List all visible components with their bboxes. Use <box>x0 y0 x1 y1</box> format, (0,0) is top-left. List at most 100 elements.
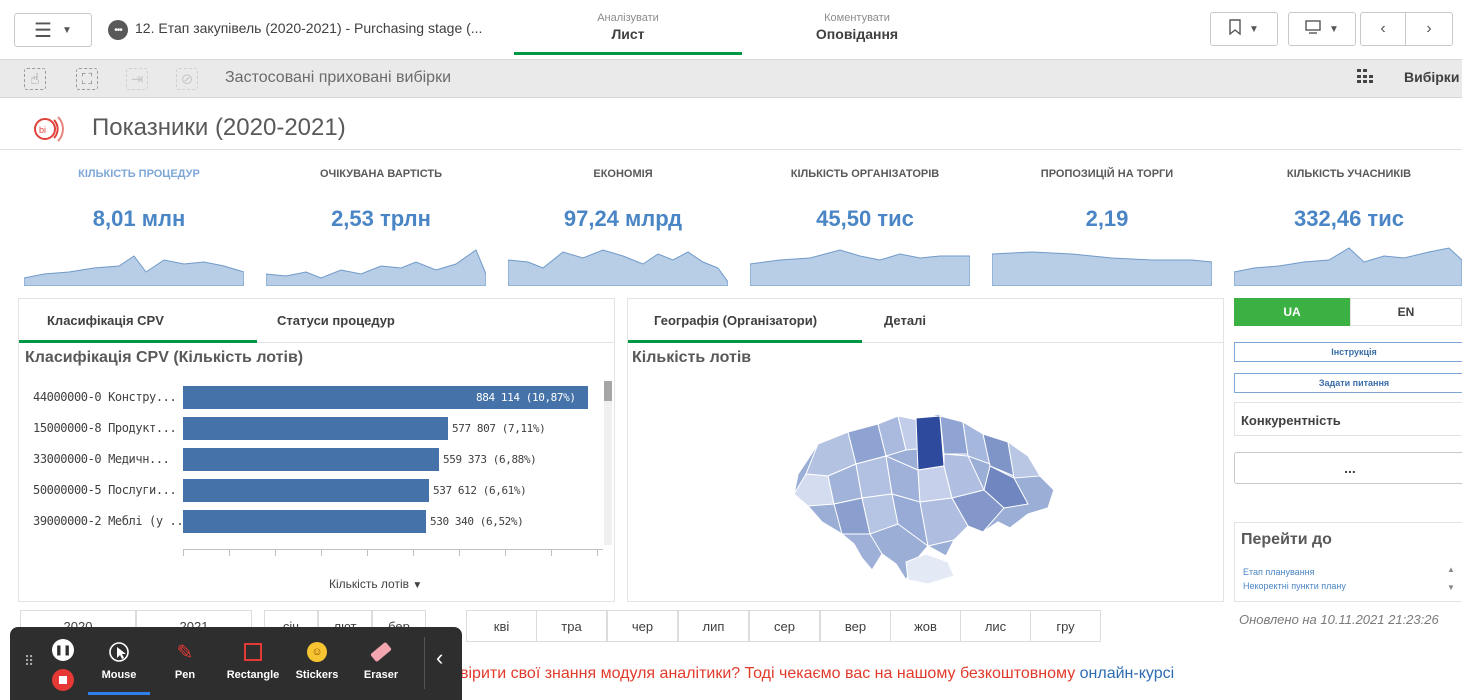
bar-category-label[interactable]: 44000000-0 Констру... <box>33 390 177 404</box>
bar[interactable] <box>183 479 429 502</box>
next-sheet-button[interactable]: › <box>1405 12 1453 46</box>
cursor-icon <box>88 635 150 669</box>
kpi-bids-per-tender[interactable]: Пропозицій на торги 2,19 <box>992 168 1222 292</box>
map-region-kyiv[interactable] <box>915 415 945 471</box>
more-icon: ... <box>1344 460 1356 476</box>
tab-analyze[interactable]: Аналізувати Лист <box>514 12 742 55</box>
mode-main-label: Лист <box>611 26 645 42</box>
drag-handle-icon[interactable]: ⠿ <box>24 653 34 670</box>
kpi-savings[interactable]: Економія 97,24 млрд <box>508 168 738 292</box>
selections-button[interactable]: Вибірки <box>1404 69 1459 85</box>
x-axis-label[interactable]: Кількість лотів ▼ <box>329 577 422 591</box>
x-axis-tick <box>459 549 460 556</box>
collapse-toolbar-icon[interactable]: ‹ <box>436 645 443 671</box>
bar-category-label[interactable]: 50000000-5 Послуги... <box>33 483 177 497</box>
instruction-button[interactable]: Інструкція <box>1234 342 1462 362</box>
bar-data-label: 884 114 (10,87%) <box>476 391 576 404</box>
bar-category-label[interactable]: 15000000-8 Продукт... <box>33 421 177 435</box>
kpi-label: Очікувана вартість <box>319 168 443 180</box>
chart-scrollbar[interactable] <box>604 381 612 545</box>
kpi-expected-value[interactable]: Очікувана вартість 2,53 трлн <box>266 168 496 292</box>
lang-en-button[interactable]: EN <box>1350 298 1462 326</box>
selections-grid-icon[interactable] <box>1356 68 1374 87</box>
mouse-tool-label: Mouse <box>101 669 137 681</box>
hamburger-icon: ☰ <box>34 19 53 42</box>
bar-category-label[interactable]: 39000000-2 Меблі (у ... <box>33 514 190 528</box>
active-tab-indicator <box>19 340 257 343</box>
bar[interactable] <box>183 510 426 533</box>
stickers-tool[interactable]: ☺ Stickers <box>286 635 348 695</box>
month-filter[interactable]: лис <box>960 610 1031 642</box>
kpi-organizers[interactable]: Кількість організаторів 45,50 тис <box>750 168 980 292</box>
chart-scrollbar-thumb[interactable] <box>604 381 612 401</box>
sheet-view-button[interactable]: ▼ <box>1288 12 1356 46</box>
x-axis-tick <box>597 549 598 556</box>
ukraine-map[interactable] <box>778 394 1078 594</box>
bar-data-label: 559 373 (6,88%) <box>443 453 537 466</box>
month-filter[interactable]: гру <box>1030 610 1101 642</box>
kpi-participants[interactable]: Кількість учасників 332,46 тис <box>1234 168 1462 292</box>
scroll-down-icon[interactable]: ▼ <box>1447 583 1455 592</box>
month-filter[interactable]: сер <box>749 610 820 642</box>
month-filter[interactable]: кві <box>466 610 537 642</box>
bar-data-label: 530 340 (6,52%) <box>430 515 524 528</box>
bi-logo-icon: bi <box>30 112 64 146</box>
previous-sheet-button[interactable]: ‹ <box>1360 12 1406 46</box>
kpi-sparkline <box>992 251 1212 286</box>
bar[interactable] <box>183 448 439 471</box>
chevron-down-icon: ▼ <box>62 24 72 36</box>
pen-icon: ✎ <box>176 641 194 664</box>
app-title[interactable]: 12. Етап закупівель (2020-2021) - Purcha… <box>135 20 482 36</box>
month-filter[interactable]: чер <box>607 610 678 642</box>
bar-category-label[interactable]: 33000000-0 Медичн... <box>33 452 170 466</box>
x-axis-label-text: Кількість лотів <box>329 577 409 591</box>
stop-icon[interactable] <box>52 669 74 691</box>
tab-cpv-classification[interactable]: Класифікація CPV <box>47 313 164 328</box>
pause-icon[interactable]: ❚❚ <box>52 639 74 661</box>
x-axis-tick <box>229 549 230 556</box>
menu-button[interactable]: ☰ ▼ <box>14 13 92 47</box>
more-button[interactable]: ... <box>1234 452 1462 484</box>
tab-geography[interactable]: Географія (Організатори) <box>654 313 817 328</box>
smart-search-icon[interactable]: ☝ <box>24 68 46 90</box>
bookmark-button[interactable]: ▼ <box>1210 12 1278 46</box>
kpi-procedures[interactable]: Кількість процедур 8,01 млн <box>24 168 254 292</box>
pen-tool[interactable]: ✎ Pen <box>154 635 216 695</box>
kpi-label: Пропозицій на торги <box>1040 168 1174 180</box>
kpi-value: 332,46 тис <box>1294 206 1404 231</box>
top-bar: ☰ ▼ ••• 12. Етап закупівель (2020-2021) … <box>0 0 1462 60</box>
lang-ua-button[interactable]: UA <box>1234 298 1350 326</box>
kpi-sparkline <box>24 255 244 286</box>
month-filter[interactable]: тра <box>536 610 607 642</box>
hidden-selections-text: Застосовані приховані вибірки <box>225 69 452 86</box>
chevron-down-icon: ▼ <box>412 580 423 591</box>
tab-details[interactable]: Деталі <box>884 313 926 328</box>
online-course-link[interactable]: онлайн-курсі <box>1080 665 1175 682</box>
cpv-panel: Класифікація CPV Статуси процедур Класиф… <box>18 298 615 602</box>
active-tab-indicator <box>628 340 862 343</box>
map-region[interactable] <box>939 415 969 455</box>
competition-box[interactable]: Конкурентність <box>1234 402 1462 436</box>
goto-link-planning[interactable]: Етап планування <box>1243 567 1315 577</box>
kpi-sparkline <box>266 249 486 286</box>
mouse-tool[interactable]: Mouse <box>88 635 150 695</box>
bar-data-label: 537 612 (6,61%) <box>433 484 527 497</box>
bar[interactable] <box>183 417 448 440</box>
mode-sub-label: Аналізувати <box>597 12 659 24</box>
rectangle-icon <box>222 635 284 669</box>
scroll-up-icon[interactable]: ▲ <box>1447 565 1455 574</box>
map-region[interactable] <box>1007 440 1041 479</box>
month-filter[interactable]: лип <box>678 610 749 642</box>
rectangle-tool[interactable]: Rectangle <box>222 635 284 695</box>
tab-comment[interactable]: Коментувати Оповідання <box>743 12 971 52</box>
selections-tool-icon[interactable]: ⛶ <box>76 68 98 90</box>
ask-question-button[interactable]: Задати питання <box>1234 373 1462 393</box>
x-axis-tick <box>275 549 276 556</box>
eraser-tool[interactable]: Eraser <box>350 635 412 695</box>
goto-link-incorrect-plan[interactable]: Некоректні пункти плану <box>1243 581 1346 591</box>
month-filter[interactable]: жов <box>890 610 961 642</box>
month-filter[interactable]: вер <box>820 610 891 642</box>
kpi-sparkline <box>750 249 970 286</box>
tab-procedure-statuses[interactable]: Статуси процедур <box>277 313 395 328</box>
kpi-value: 2,19 <box>1085 206 1129 231</box>
